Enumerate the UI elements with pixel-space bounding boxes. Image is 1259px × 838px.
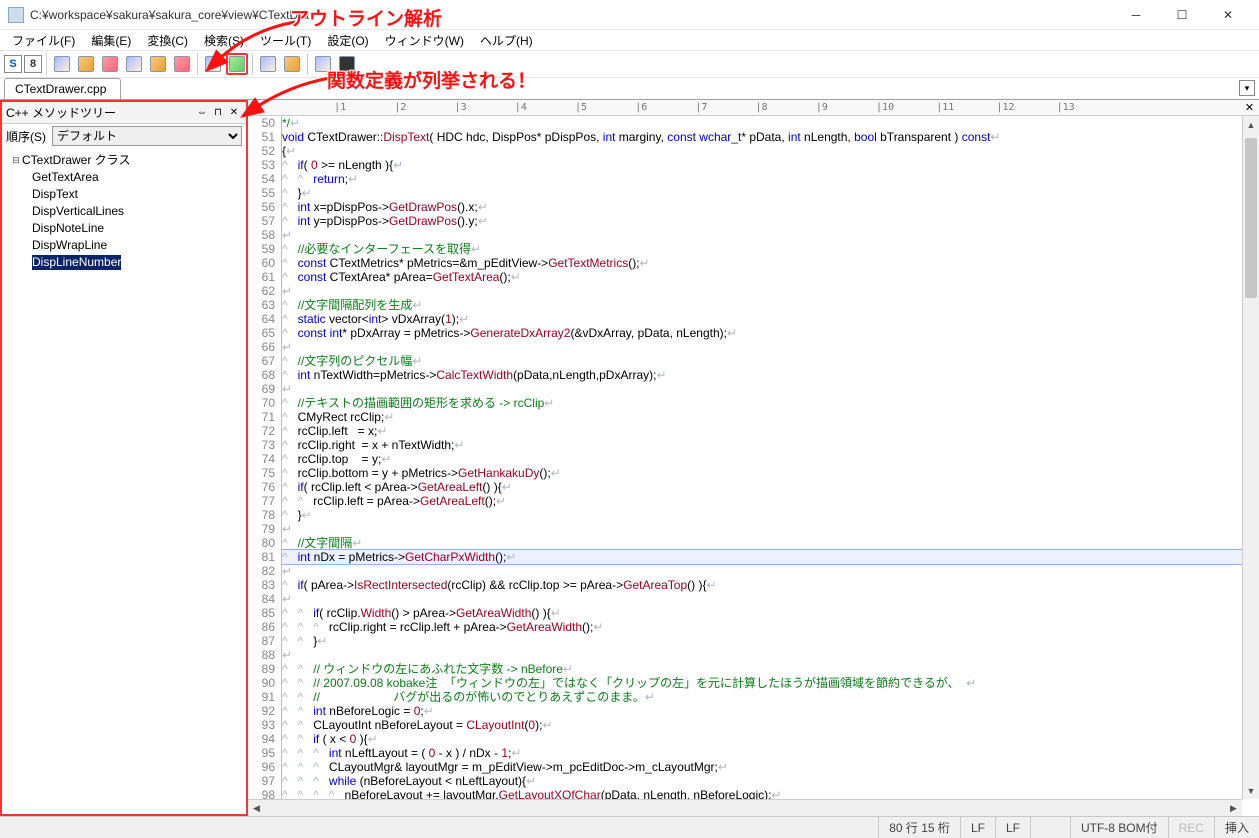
menu-help[interactable]: ヘルプ(H) <box>474 30 539 51</box>
statusbar: 80 行 15 桁 LF LF UTF-8 BOM付 REC 挿入 <box>0 816 1259 838</box>
status-rec: REC <box>1168 817 1214 838</box>
tree-item[interactable]: DispVerticalLines <box>4 203 244 220</box>
maximize-button[interactable]: ☐ <box>1159 0 1205 30</box>
menu-window[interactable]: ウィンドウ(W) <box>379 30 470 51</box>
tabstrip: CTextDrawer.cpp ▾ <box>0 78 1259 100</box>
close-button[interactable]: ✕ <box>1205 0 1251 30</box>
outline-pin-button[interactable]: ⊓ <box>210 105 226 121</box>
tree-item[interactable]: GetTextArea <box>4 169 244 186</box>
window-title: C:¥workspace¥sakura¥sakura_core¥view¥CTe… <box>30 8 1113 22</box>
scroll-thumb[interactable] <box>1245 138 1257 298</box>
editor-area: ✕ |1 |2 |3 |4 |5 |6 |7 |8 |9 |10 |11 |12… <box>248 100 1259 816</box>
toolbar-separator <box>252 53 253 75</box>
menu-search[interactable]: 検索(S) <box>198 30 250 51</box>
tree-item[interactable]: DispNoteLine <box>4 220 244 237</box>
tb-11[interactable] <box>312 53 334 75</box>
tb-12[interactable] <box>336 53 358 75</box>
status-position: 80 行 15 桁 <box>878 817 960 838</box>
tree-item[interactable]: DispWrapLine <box>4 237 244 254</box>
ruler: |1 |2 |3 |4 |5 |6 |7 |8 |9 |10 |11 |12 |… <box>248 100 1259 116</box>
tb-6[interactable] <box>171 53 193 75</box>
horizontal-scrollbar[interactable]: ◀ ▶ <box>248 799 1242 816</box>
scroll-right-icon[interactable]: ▶ <box>1225 800 1242 816</box>
vertical-scrollbar[interactable]: ▲ ▼ <box>1242 116 1259 799</box>
editor-split-close[interactable]: ✕ <box>1242 100 1257 115</box>
outline-tree[interactable]: ⊟CTextDrawer クラス GetTextAreaDispTextDisp… <box>2 148 246 814</box>
menu-edit[interactable]: 編集(E) <box>85 30 137 51</box>
scroll-up-icon[interactable]: ▲ <box>1243 116 1259 133</box>
outline-order-select[interactable]: デフォルト <box>52 126 242 146</box>
status-sel: LF <box>960 817 995 838</box>
outline-options-button[interactable]: ⇔ <box>194 105 210 121</box>
scroll-left-icon[interactable]: ◀ <box>248 800 265 816</box>
menubar: ファイル(F) 編集(E) 変換(C) 検索(S) ツール(T) 設定(O) ウ… <box>0 30 1259 50</box>
marker-s-button[interactable]: S <box>4 55 22 73</box>
tree-root[interactable]: ⊟CTextDrawer クラス <box>4 152 244 169</box>
outline-title: C++ メソッドツリー <box>6 104 194 121</box>
tb-2[interactable] <box>75 53 97 75</box>
toolbar-separator <box>197 53 198 75</box>
code-content[interactable]: */↵void CTextDrawer::DispText( HDC hdc, … <box>282 116 1259 816</box>
tab-active[interactable]: CTextDrawer.cpp <box>4 78 121 99</box>
tab-list-button[interactable]: ▾ <box>1239 80 1255 96</box>
tb-10[interactable] <box>281 53 303 75</box>
marker-8-button[interactable]: 8 <box>24 55 42 73</box>
tb-1[interactable] <box>51 53 73 75</box>
app-icon <box>8 7 24 23</box>
line-number-gutter: 50 51 52 53 54 55 56 57 58 59 60 61 62 6… <box>248 116 282 816</box>
menu-convert[interactable]: 変換(C) <box>141 30 194 51</box>
outline-analyze-button[interactable] <box>226 53 248 75</box>
tb-5[interactable] <box>147 53 169 75</box>
tree-item[interactable]: DispLineNumber <box>4 254 244 271</box>
toolbar-separator <box>46 53 47 75</box>
status-encoding: UTF-8 BOM付 <box>1070 817 1168 838</box>
tb-7[interactable] <box>202 53 224 75</box>
tb-9[interactable] <box>257 53 279 75</box>
toolbar: S 8 <box>0 50 1259 78</box>
tb-3[interactable] <box>99 53 121 75</box>
titlebar: C:¥workspace¥sakura¥sakura_core¥view¥CTe… <box>0 0 1259 30</box>
minimize-button[interactable]: ─ <box>1113 0 1159 30</box>
menu-file[interactable]: ファイル(F) <box>6 30 81 51</box>
outline-pane: C++ メソッドツリー ⇔ ⊓ ✕ 順序(S) デフォルト ⊟CTextDraw… <box>0 100 248 816</box>
status-insert-mode: 挿入 <box>1214 817 1259 838</box>
toolbar-separator <box>307 53 308 75</box>
menu-settings[interactable]: 設定(O) <box>321 30 374 51</box>
tb-4[interactable] <box>123 53 145 75</box>
tree-item[interactable]: DispText <box>4 186 244 203</box>
menu-tool[interactable]: ツール(T) <box>254 30 317 51</box>
outline-order-label: 順序(S) <box>6 128 46 145</box>
scroll-down-icon[interactable]: ▼ <box>1243 782 1259 799</box>
outline-close-button[interactable]: ✕ <box>226 105 242 121</box>
status-eol: LF <box>995 817 1030 838</box>
